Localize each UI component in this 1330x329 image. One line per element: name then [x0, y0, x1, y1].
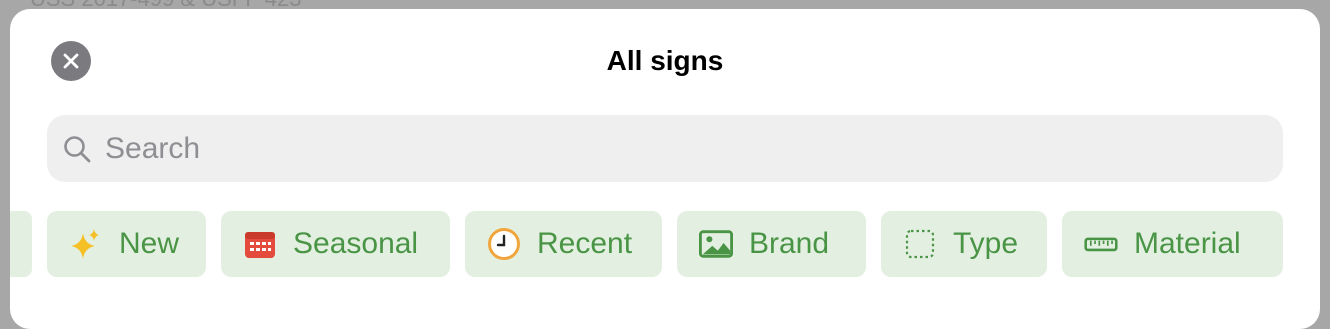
category-chip-new[interactable]: New: [47, 211, 206, 277]
sheet-title: All signs: [606, 45, 724, 76]
category-chip-type[interactable]: Type: [881, 211, 1047, 277]
category-chip-label: New: [119, 227, 180, 260]
category-chip-label: Brand: [749, 227, 830, 260]
category-chip-partial[interactable]: [10, 211, 32, 277]
ruler-icon: [1084, 227, 1118, 261]
category-chip-recent[interactable]: Recent: [465, 211, 662, 277]
search-input[interactable]: [105, 131, 1205, 166]
category-chip-label: Material: [1134, 227, 1241, 260]
category-chip-label: Seasonal: [293, 227, 419, 260]
search-icon: [61, 133, 93, 165]
category-chip-material[interactable]: Material: [1062, 211, 1283, 277]
category-chip-label: Type: [953, 227, 1019, 260]
category-chip-label: Recent: [537, 227, 633, 260]
calendar-icon: [243, 227, 277, 261]
category-chips: New Seasonal Recent Brand Type Material: [10, 211, 1320, 277]
clock-icon: [487, 227, 521, 261]
dashed-square-icon: [903, 227, 937, 261]
sparkles-icon: [69, 227, 103, 261]
all-signs-sheet: All signs New: [10, 9, 1320, 329]
photo-icon: [699, 227, 733, 261]
search-bar[interactable]: [47, 115, 1283, 182]
category-chip-brand[interactable]: Brand: [677, 211, 866, 277]
category-chip-seasonal[interactable]: Seasonal: [221, 211, 450, 277]
